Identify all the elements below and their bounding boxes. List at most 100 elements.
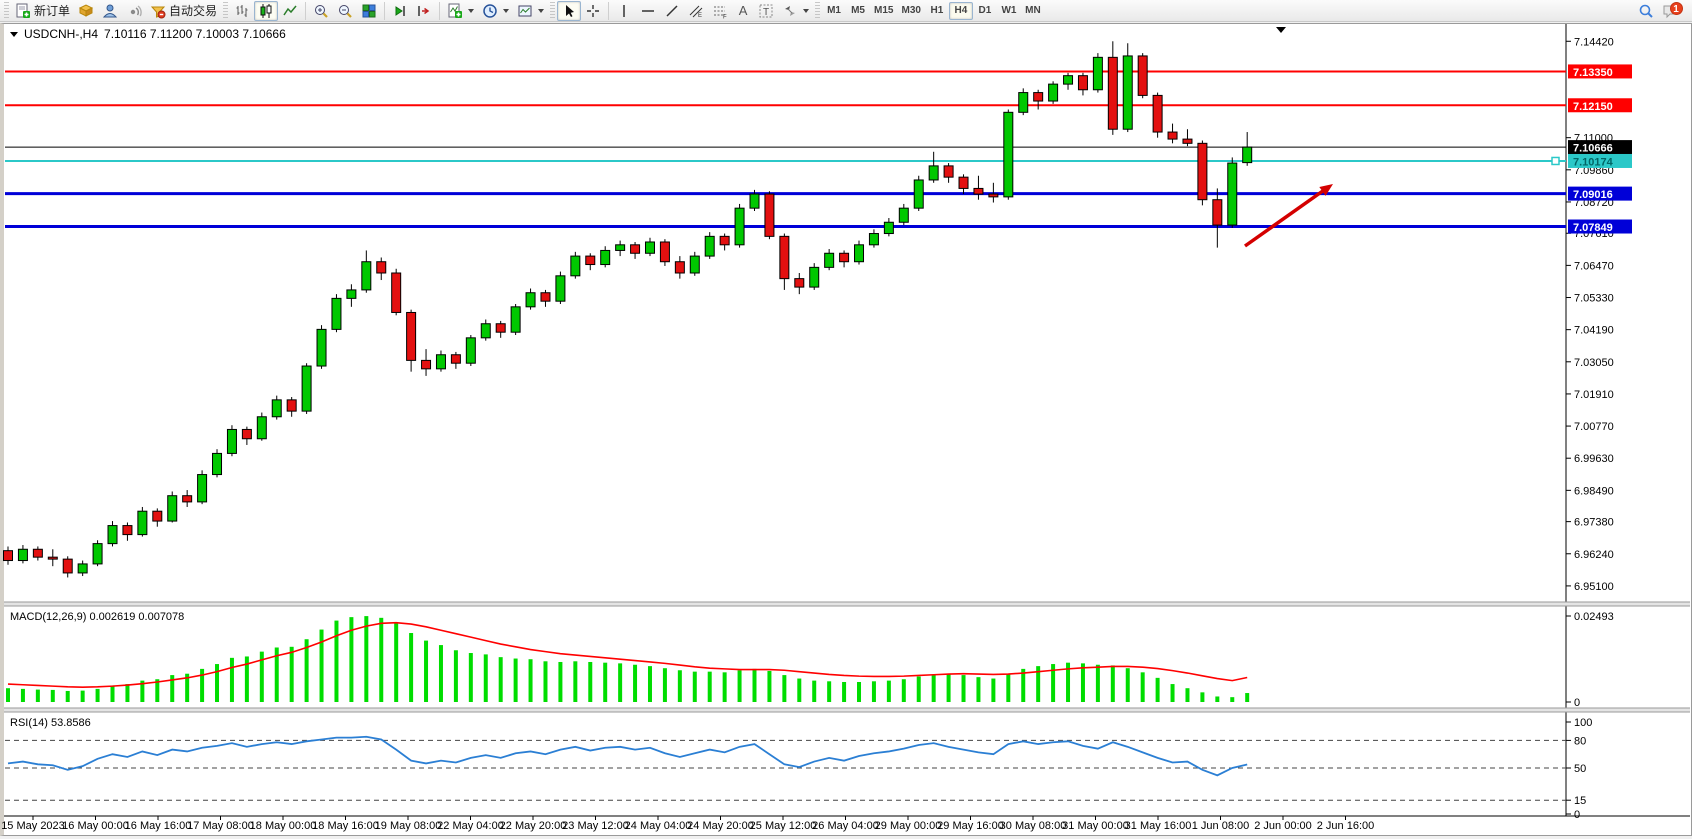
macd-histogram-bar [1141, 672, 1145, 702]
timeframe-h4-button[interactable]: H4 [949, 2, 973, 20]
macd-histogram-bar [603, 663, 607, 702]
time-axis-label: 30 May 08:00 [1000, 820, 1067, 832]
candle-body [810, 267, 819, 287]
time-axis-label: 24 May 20:00 [687, 820, 754, 832]
price-line-label: 7.10174 [1568, 154, 1632, 169]
timeframe-m15-button[interactable]: M15 [870, 2, 897, 20]
macd-histogram-bar [1245, 693, 1249, 702]
macd-histogram-bar [947, 674, 951, 702]
pane-separator [4, 708, 1690, 712]
new-order-button[interactable]: 新订单 [11, 1, 74, 21]
bar-chart-mode-button[interactable] [230, 1, 254, 21]
profiles-button[interactable] [98, 1, 122, 21]
timeframe-m30-button[interactable]: M30 [897, 2, 924, 20]
timeframe-m1-button[interactable]: M1 [822, 2, 846, 20]
candle-body [272, 400, 281, 417]
toolbar-grip[interactable] [223, 2, 228, 20]
macd-histogram-bar [648, 666, 652, 702]
macd-histogram-bar [842, 682, 846, 702]
search-button[interactable] [1634, 1, 1658, 21]
time-axis-label: 17 May 08:00 [187, 820, 254, 832]
vertical-line-tool-button[interactable] [612, 1, 636, 21]
zoom-in-button[interactable] [309, 1, 333, 21]
timeframe-h1-button[interactable]: H1 [925, 2, 949, 20]
auto-scroll-button[interactable] [388, 1, 412, 21]
new-order-icon [15, 3, 31, 19]
macd-histogram-bar [454, 650, 458, 702]
toolbar-grip[interactable] [550, 2, 555, 20]
timeframe-w1-button[interactable]: W1 [997, 2, 1021, 20]
candle-body [705, 236, 714, 256]
time-axis-label: 15 May 2023 [1, 820, 65, 832]
candle-body [317, 329, 326, 366]
candle-body [78, 564, 87, 573]
auto-trading-button[interactable]: 自动交易 [146, 1, 221, 21]
candle-body [436, 355, 445, 369]
candle-body [332, 298, 341, 329]
signals-button[interactable] [122, 1, 146, 21]
candle-body [959, 177, 968, 188]
horizontal-line-tool-button[interactable] [636, 1, 660, 21]
toolbar-grip[interactable] [4, 2, 9, 20]
line-chart-mode-button[interactable] [278, 1, 302, 21]
macd-histogram-bar [379, 618, 383, 702]
indicators-button[interactable] [443, 1, 478, 21]
chat-button[interactable]: 1 [1658, 1, 1684, 21]
macd-histogram-bar [36, 690, 40, 702]
macd-histogram-bar [693, 672, 697, 702]
macd-histogram-bar [334, 621, 338, 702]
macd-histogram-bar [573, 661, 577, 702]
arrows-tool-button[interactable] [778, 1, 813, 21]
toolbar-grip[interactable] [815, 2, 820, 20]
auto-trading-label: 自动交易 [169, 2, 217, 19]
candle-body [496, 324, 505, 332]
chart-title-bar[interactable]: USDCNH-,H4 7.10116 7.11200 7.10003 7.106… [10, 27, 286, 41]
tile-windows-button[interactable] [357, 1, 381, 21]
templates-button[interactable] [513, 1, 548, 21]
chart-shift-button[interactable] [412, 1, 436, 21]
channel-tool-button[interactable]: E [684, 1, 708, 21]
macd-histogram-bar [976, 677, 980, 702]
label-tool-button[interactable]: T [754, 1, 778, 21]
candle-body [183, 496, 192, 502]
candle-body [586, 256, 595, 264]
macd-histogram-bar [887, 681, 891, 702]
macd-axis-label: 0.02493 [1574, 611, 1614, 623]
timeframe-d1-button[interactable]: D1 [973, 2, 997, 20]
profiles-icon [102, 3, 118, 19]
timeframe-mn-button[interactable]: MN [1021, 2, 1045, 20]
market-watch-button[interactable] [74, 1, 98, 21]
toolbar-separator [608, 2, 609, 20]
svg-text:E: E [698, 13, 702, 19]
macd-histogram-bar [708, 672, 712, 702]
cursor-tool-button[interactable] [557, 1, 581, 21]
macd-histogram-bar [812, 681, 816, 702]
chart-canvas[interactable]: 7.144207.110007.098607.087207.076107.064… [0, 0, 1692, 839]
macd-axis-label: 0 [1574, 697, 1580, 709]
periods-button[interactable] [478, 1, 513, 21]
timeframe-m5-button[interactable]: M5 [846, 2, 870, 20]
crosshair-tool-button[interactable] [581, 1, 605, 21]
macd-histogram-bar [6, 688, 10, 702]
time-axis-label: 29 May 16:00 [937, 820, 1004, 832]
candle-body [302, 366, 311, 411]
candle-body [242, 429, 251, 438]
svg-text:T: T [763, 7, 769, 18]
candle-body [347, 290, 356, 298]
macd-histogram-bar [1215, 696, 1219, 702]
fibonacci-tool-button[interactable]: F [708, 1, 732, 21]
macd-histogram-bar [1200, 692, 1204, 702]
price-line-label-text: 7.10174 [1573, 156, 1614, 168]
candlestick-mode-button[interactable] [254, 1, 278, 21]
candle-body [227, 429, 236, 453]
zoom-out-button[interactable] [333, 1, 357, 21]
time-axis-label: 2 Jun 16:00 [1317, 820, 1375, 832]
templates-dropdown-caret [538, 9, 544, 13]
macd-histogram-bar [96, 689, 100, 702]
macd-histogram-bar [200, 669, 204, 702]
trendline-tool-button[interactable] [660, 1, 684, 21]
candle-body [1153, 95, 1162, 132]
candle-body [541, 293, 550, 301]
text-tool-button[interactable]: A [732, 1, 754, 21]
macd-histogram-bar [215, 664, 219, 702]
